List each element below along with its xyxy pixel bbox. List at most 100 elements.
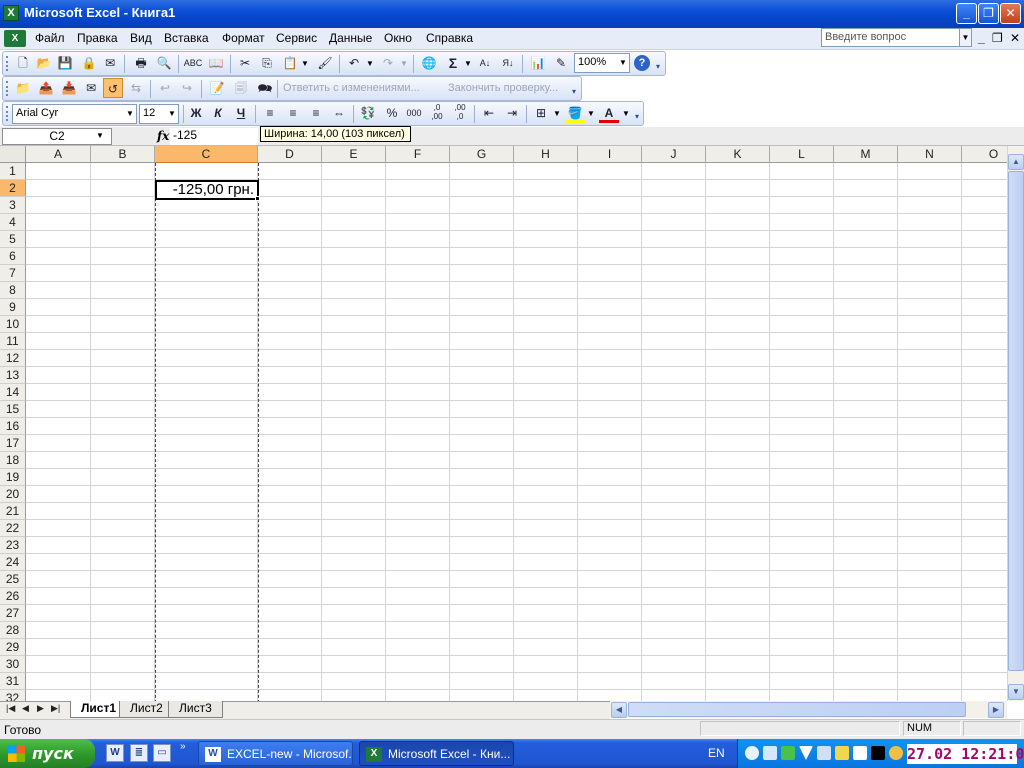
taskbar-item-excel-new[interactable]: W EXCEL-new - Microsof... [198,741,353,766]
connection-tray-icon[interactable] [817,746,831,760]
scroll-left-button[interactable]: ◀ [611,702,627,718]
redo-icon[interactable]: ↷ [378,53,398,73]
save-icon[interactable]: 💾 [55,53,75,73]
font-name-dropdown-icon[interactable]: ▼ [124,105,136,123]
restore-button[interactable]: ❐ [978,3,999,24]
increase-decimal-button[interactable]: ,0 ,00 [427,103,447,123]
row-header-28[interactable]: 28 [0,622,26,639]
doc-minimize-button[interactable]: _ [978,31,985,45]
reply-icon[interactable]: 📥 [59,78,79,98]
codec-tray-icon[interactable] [871,746,885,760]
row-header-30[interactable]: 30 [0,656,26,673]
quicklaunch-more-icon[interactable]: » [180,741,186,752]
row-header-20[interactable]: 20 [0,486,26,503]
chart-wizard-icon[interactable]: 📊 [528,53,548,73]
column-header-o[interactable]: O [962,146,1007,163]
antivirus-tray-icon[interactable] [781,746,795,760]
paste-dropdown-icon[interactable]: ▼ [301,59,309,68]
row-header-27[interactable]: 27 [0,605,26,622]
reply-with-changes-icon[interactable]: ↩ [155,78,175,98]
menu-help[interactable]: Справка [426,31,473,45]
align-right-icon[interactable]: ≡ [306,103,326,123]
row-header-5[interactable]: 5 [0,231,26,248]
row-header-12[interactable]: 12 [0,350,26,367]
toolbar-options-icon[interactable]: ▾ [656,62,660,71]
column-header-b[interactable]: B [91,146,155,163]
desktop-quicklaunch-icon[interactable]: ▭ [153,744,171,762]
monitor-tray-icon[interactable] [853,746,867,760]
row-header-29[interactable]: 29 [0,639,26,656]
row-header-3[interactable]: 3 [0,197,26,214]
excel-icon[interactable]: X [3,5,19,21]
permission-icon[interactable]: 🔒 [79,53,99,73]
copy-icon[interactable]: ⎘ [257,53,277,73]
word-quicklaunch-icon[interactable]: W [106,744,124,762]
font-color-dropdown-icon[interactable]: ▼ [622,109,630,118]
column-header-d[interactable]: D [258,146,322,163]
row-header-4[interactable]: 4 [0,214,26,231]
formula-input[interactable]: -125 [170,128,258,145]
prev-sheet-button[interactable]: ◀ [22,703,29,714]
select-all-button[interactable] [0,146,26,163]
comment-icon[interactable]: 📝 [207,78,227,98]
toolbar-options-icon[interactable]: ▾ [572,87,576,96]
hyperlink-icon[interactable]: 🌐 [419,53,439,73]
currency-icon[interactable]: 💱 [358,103,378,123]
row-header-18[interactable]: 18 [0,452,26,469]
italic-button[interactable]: К [208,103,228,123]
row-header-14[interactable]: 14 [0,384,26,401]
underline-button[interactable]: Ч [231,103,251,123]
insert-function-icon[interactable]: fx [157,129,169,143]
language-indicator[interactable]: EN [708,746,725,760]
sheet-tab-3[interactable]: Лист3 [168,701,223,718]
row-header-8[interactable]: 8 [0,282,26,299]
column-header-c[interactable]: C [155,146,258,163]
start-button[interactable]: пуск [0,739,95,768]
undo-icon[interactable]: ↶ [344,53,364,73]
increase-indent-icon[interactable]: ⇥ [502,103,522,123]
menu-insert[interactable]: Вставка [164,31,209,45]
first-sheet-button[interactable]: |◀ [6,703,15,714]
scroll-down-button[interactable]: ▼ [1008,684,1024,700]
open-folder-icon[interactable]: 📁 [13,78,33,98]
column-header-e[interactable]: E [322,146,386,163]
track-changes-icon[interactable]: ↺ [103,78,123,98]
row-header-32[interactable]: 32 [0,690,26,701]
notepad-quicklaunch-icon[interactable]: ≣ [130,744,148,762]
column-header-n[interactable]: N [898,146,962,163]
autosum-dropdown-icon[interactable]: ▼ [464,59,472,68]
open-icon[interactable]: 📂 [34,53,54,73]
menu-file[interactable]: Файл [35,31,65,45]
column-header-i[interactable]: I [578,146,642,163]
accept-changes-icon[interactable]: ⇆ [126,78,146,98]
active-cell-c2[interactable]: -125,00 грн. [155,180,259,200]
sort-ascending-icon[interactable]: A↓ [475,53,495,73]
help-dropdown-button[interactable]: ▼ [959,28,972,47]
row-header-1[interactable]: 1 [0,163,26,180]
fill-color-dropdown-icon[interactable]: ▼ [587,109,595,118]
name-box-dropdown-icon[interactable]: ▼ [96,131,104,140]
cut-icon[interactable]: ✂ [235,53,255,73]
borders-icon[interactable]: ⊞ [531,103,551,123]
row-header-15[interactable]: 15 [0,401,26,418]
print-preview-icon[interactable]: 🔍 [154,53,174,73]
vertical-scroll-thumb[interactable] [1008,171,1024,671]
toolbar-options-icon[interactable]: ▾ [635,112,639,121]
row-header-21[interactable]: 21 [0,503,26,520]
row-header-7[interactable]: 7 [0,265,26,282]
spreadsheet-grid[interactable]: A B C D E F G H I J K L M N O 1 2 3 4 5 6 7 8 9 10 11 12 13 14 15 16 17… [0,146,1007,701]
column-header-l[interactable]: L [770,146,834,163]
delete-comment-icon[interactable]: 🗐 [231,78,251,98]
sort-descending-icon[interactable]: Я↓ [498,53,518,73]
row-header-24[interactable]: 24 [0,554,26,571]
autosum-icon[interactable]: Σ [443,53,463,73]
font-name-combo[interactable]: Arial Cyr [12,104,137,124]
doc-close-button[interactable]: ✕ [1010,31,1020,45]
menu-window[interactable]: Окно [384,31,412,45]
toolbar-grip[interactable] [6,56,10,71]
column-header-f[interactable]: F [386,146,450,163]
font-color-icon[interactable]: A [599,103,619,123]
end-review-button[interactable]: Закончить проверку... [448,82,558,94]
title-bar[interactable]: X Microsoft Excel - Книга1 _ ❐ ✕ [0,0,1024,28]
row-header-6[interactable]: 6 [0,248,26,265]
